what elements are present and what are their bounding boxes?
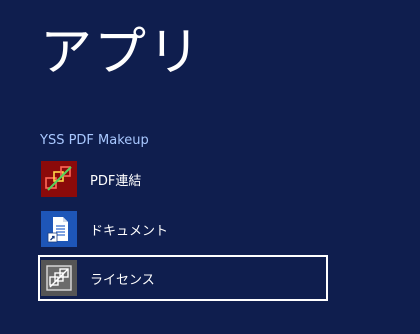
page-title: アプリ — [40, 23, 203, 83]
app-group-header: YSS PDF Makeup — [40, 133, 149, 148]
app-label: ライセンス — [90, 272, 155, 288]
app-label: ドキュメント — [90, 223, 169, 239]
license-icon — [41, 260, 77, 296]
document-shortcut-icon — [41, 211, 77, 247]
pdf-merge-icon — [41, 161, 77, 197]
app-item-license[interactable]: ライセンス — [38, 255, 328, 301]
app-item-document[interactable]: ドキュメント — [38, 208, 328, 250]
app-item-pdf-merge[interactable]: PDF連結 — [38, 158, 328, 200]
app-label: PDF連結 — [90, 173, 142, 189]
